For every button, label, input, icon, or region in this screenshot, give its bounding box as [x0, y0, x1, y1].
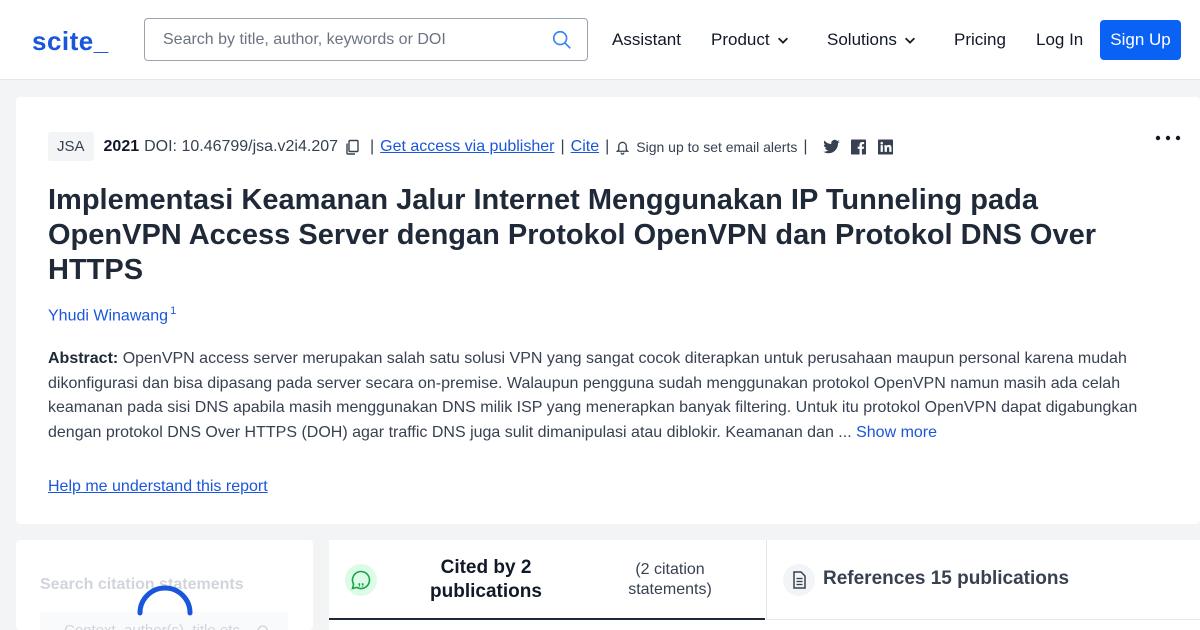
nav-assistant[interactable]: Assistant: [612, 30, 681, 50]
email-alerts-link[interactable]: Sign up to set email alerts: [636, 139, 797, 155]
article-card: JSA 2021 DOI: 10.46799/jsa.v2i4.207 | Ge…: [16, 97, 1200, 524]
copy-icon[interactable]: [344, 139, 360, 155]
citation-statements-count: (2 citation statements): [628, 561, 712, 598]
tab-cited-by[interactable]: ,, Cited by 2 publications (2 citation s…: [329, 540, 765, 620]
tab-references[interactable]: References 15 publications: [766, 540, 1200, 620]
signup-button[interactable]: Sign Up: [1100, 20, 1181, 60]
cite-link[interactable]: Cite: [571, 138, 599, 156]
scite-logo[interactable]: scite_: [32, 26, 109, 57]
search-icon: [257, 625, 268, 630]
separator: |: [803, 137, 808, 155]
top-header: scite_ Assistant Product Solutions Prici…: [0, 0, 1200, 80]
chevron-down-icon: [777, 37, 788, 44]
quote-bubble-icon: ,,: [345, 564, 377, 596]
bell-icon[interactable]: [615, 139, 630, 155]
article-title: Implementasi Keamanan Jalur Internet Men…: [48, 184, 1097, 286]
facebook-icon[interactable]: [849, 138, 868, 156]
nav-solutions[interactable]: Solutions: [827, 30, 917, 50]
abstract-text: OpenVPN access server merupakan salah sa…: [48, 350, 1138, 441]
nav-product[interactable]: Product: [711, 30, 790, 50]
cited-by-title: Cited by 2 publications: [430, 557, 542, 602]
access-publisher-link[interactable]: Get access via publisher: [380, 138, 554, 156]
search-box[interactable]: [144, 18, 588, 61]
author-name[interactable]: Yhudi Winawang: [48, 307, 168, 324]
abstract: Abstract: OpenVPN access server merupaka…: [48, 347, 1148, 445]
citation-search-panel: Search citation statements Context, auth…: [16, 540, 313, 630]
loading-spinner-icon: [137, 585, 193, 616]
abstract-label: Abstract:: [48, 350, 119, 367]
document-icon: [783, 564, 815, 596]
separator: |: [605, 137, 610, 155]
show-more-link[interactable]: Show more: [856, 424, 937, 441]
nav-login[interactable]: Log In: [1036, 30, 1083, 50]
author-affiliation: 1: [170, 305, 177, 317]
publication-year: 2021: [103, 137, 140, 155]
citation-tabs: ,, Cited by 2 publications (2 citation s…: [329, 540, 1200, 630]
help-understand-link[interactable]: Help me understand this report: [48, 478, 268, 496]
twitter-icon[interactable]: [822, 138, 841, 156]
author-link[interactable]: Yhudi Winawang 1: [48, 305, 176, 325]
nav-pricing[interactable]: Pricing: [954, 30, 1006, 50]
separator: |: [560, 137, 565, 155]
references-title: References 15 publications: [823, 568, 1070, 589]
doi-text: DOI: 10.46799/jsa.v2i4.207: [144, 137, 339, 155]
more-horizontal-icon[interactable]: [1154, 133, 1182, 143]
chevron-down-icon: [904, 37, 915, 44]
separator: |: [370, 137, 375, 155]
linkedin-icon[interactable]: [876, 138, 895, 156]
search-icon[interactable]: [551, 29, 573, 51]
journal-badge[interactable]: JSA: [48, 132, 94, 161]
search-input[interactable]: [145, 19, 545, 60]
svg-text:,,: ,,: [358, 574, 365, 588]
article-meta: JSA 2021 DOI: 10.46799/jsa.v2i4.207 | Ge…: [48, 132, 895, 161]
